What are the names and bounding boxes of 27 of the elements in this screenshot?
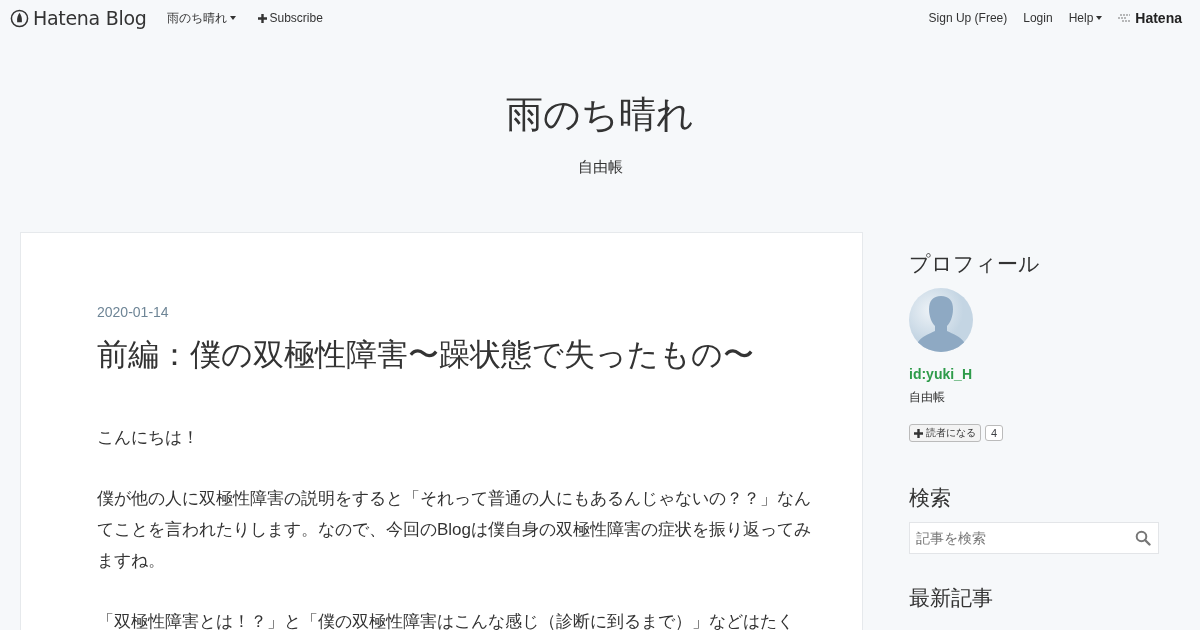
section-heading: 検索 [909, 486, 952, 511]
search-icon[interactable] [1135, 530, 1151, 547]
paragraph: 「双極性障害とは！？」と「僕の双極性障害はこんな感じ（診断に到るまで）」などはたく [97, 611, 795, 630]
subscribe-link[interactable]: Subscribe [257, 11, 323, 25]
section-heading: 最新記事 [909, 586, 994, 611]
profile-description: 自由帳 [909, 389, 946, 407]
caret-icon [1096, 16, 1103, 20]
caret-icon [229, 16, 236, 20]
nav-link[interactable]: Sign Up (Free) [928, 11, 1008, 25]
help-menu[interactable]: Help [1068, 11, 1103, 25]
brand-logo[interactable]: Hatena Blog [10, 7, 147, 29]
article-title[interactable]: 前編：僕の双極性障害〜躁状態で失ったもの〜 [97, 334, 812, 376]
plus-icon [257, 13, 267, 23]
article-date[interactable]: 2020-01-14 [97, 304, 812, 320]
hatena-logo[interactable]: Hatena [1118, 10, 1182, 26]
nav-link[interactable]: Login [1023, 11, 1053, 25]
paragraph: 僕が他の人に双極性障害の説明をすると「それって普通の人にもあるんじゃないの？？」なんてことを言われたりします。なので、今回のBlogは僕自身の双極性障害の症状を振り返ってみますね。 [97, 488, 812, 572]
search-field[interactable]: 記事を検索 [909, 522, 1159, 555]
blog-title[interactable]: 雨のち晴れ [0, 90, 1200, 140]
avatar-icon[interactable] [909, 288, 973, 353]
blog-menu[interactable]: 雨のち晴れ [166, 9, 236, 27]
blog-description: 自由帳 [576, 158, 624, 177]
plus-icon [914, 428, 923, 438]
subscriber-count: 4 [985, 425, 1004, 442]
subscribe-button[interactable]: 読者になる [909, 424, 981, 443]
section-heading: プロフィール [909, 252, 1041, 277]
paragraph: こんにちは！ [97, 427, 200, 449]
